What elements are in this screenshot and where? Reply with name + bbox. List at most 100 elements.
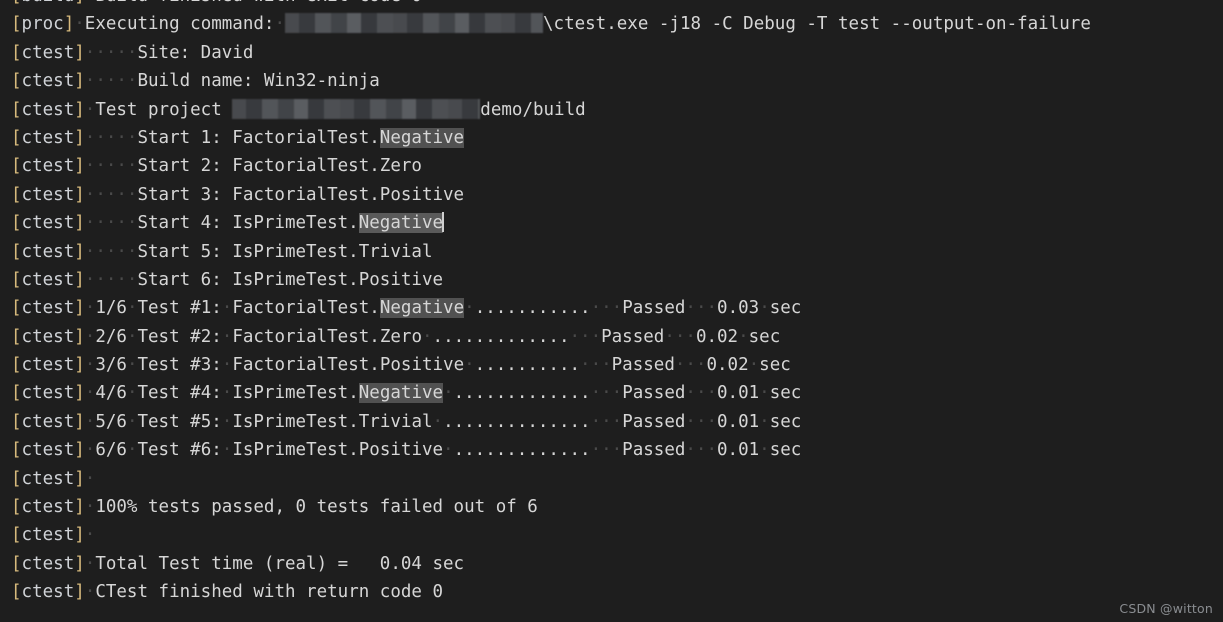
test-progress: 4/6 <box>95 383 127 404</box>
tag-name-ctest: ctest <box>21 525 75 546</box>
test-name-prefix: IsPrimeTest. <box>232 383 359 404</box>
terminal-line-start-4: [ctest]·····Start 4: IsPrimeTest.Negativ… <box>11 212 445 234</box>
terminal-line-tests-passed-summary: [ctest]·100% tests passed, 0 tests faile… <box>11 497 538 518</box>
dot-leader: ............. <box>432 326 570 347</box>
test-label: Test #2: <box>137 326 222 347</box>
whitespace-dot: · <box>759 383 770 404</box>
search-match-highlight: Negative <box>379 298 465 319</box>
start-1-text: Start 1: FactorialTest. <box>137 127 380 148</box>
dot-leader: ............. <box>453 440 591 461</box>
test-label: Test #4: <box>137 383 222 404</box>
whitespace-dot: ··· <box>685 383 718 404</box>
test-duration-unit: sec <box>748 326 781 347</box>
tag-bracket-open: [ <box>11 0 22 6</box>
whitespace-dot: · <box>84 440 96 461</box>
whitespace-dot: · <box>432 411 444 432</box>
whitespace-dot: · <box>126 411 138 432</box>
terminal-line-test-result: [ctest]·3/6·Test #3:·FactorialTest.Posit… <box>0 351 1223 379</box>
search-match-highlight: Negative <box>358 383 444 404</box>
test-results-list: [ctest]·1/6·Test #1:·FactorialTest.Negat… <box>0 294 1223 464</box>
terminal-line-list: [build] Build finished with exit code 0 … <box>0 0 1223 607</box>
tag-bracket-close: ] <box>74 355 85 376</box>
terminal-line-test-result: [ctest]·2/6·Test #2:·FactorialTest.Zero·… <box>0 323 1223 351</box>
test-duration-unit: sec <box>769 383 802 404</box>
whitespace-dot: · <box>126 383 138 404</box>
whitespace-dot: · <box>84 355 96 376</box>
test-label: Test #1: <box>137 298 222 319</box>
start-3-text: Start 3: FactorialTest.Positive <box>137 184 465 205</box>
tag-bracket-close: ] <box>74 0 85 6</box>
test-name-prefix: IsPrimeTest.Positive <box>232 440 444 461</box>
terminal-line-test-result: [ctest]·1/6·Test #1:·FactorialTest.Negat… <box>0 294 1223 322</box>
test-name-prefix: FactorialTest. <box>232 298 380 319</box>
tag-name-ctest: ctest <box>21 440 75 461</box>
start-6-text: Start 6: IsPrimeTest.Positive <box>137 269 444 290</box>
test-progress: 5/6 <box>95 411 127 432</box>
build-finished-text: Build finished with exit code 0 <box>85 0 422 6</box>
test-progress: 2/6 <box>95 326 127 347</box>
terminal-line-ctest-finished: [ctest]·CTest finished with return code … <box>11 582 444 603</box>
whitespace-dot: · <box>84 383 96 404</box>
whitespace-dot: · <box>126 298 138 319</box>
tag-bracket-open: [ <box>11 298 22 319</box>
site-text: Site: David <box>137 42 254 63</box>
tag-bracket-close: ] <box>74 411 85 432</box>
whitespace-dot: · <box>443 383 454 404</box>
whitespace-dot: ··· <box>580 355 612 376</box>
start-5-text: Start 5: IsPrimeTest.Trivial <box>137 241 433 262</box>
tag-name-ctest: ctest <box>21 497 75 518</box>
tag-bracket-open: [ <box>11 326 22 347</box>
test-duration: 0.01 <box>717 383 760 404</box>
tag-bracket-close: ] <box>74 383 85 404</box>
search-match-highlight-current: Negative <box>358 213 444 234</box>
tag-bracket-open: [ <box>11 440 22 461</box>
whitespace-dot: · <box>126 355 138 376</box>
whitespace-dot: · <box>221 298 233 319</box>
executing-command-label: Executing command: <box>84 14 275 35</box>
tag-name-ctest: ctest <box>21 298 75 319</box>
terminal-line-build-name: [ctest]·····Build name: Win32-ninja <box>11 71 380 92</box>
whitespace-dot: ··· <box>590 383 623 404</box>
redacted-project-path-block <box>232 98 481 119</box>
whitespace-dot: ··· <box>685 440 717 461</box>
whitespace-dot: · <box>443 440 454 461</box>
test-label: Test #3: <box>137 355 222 376</box>
whitespace-dot: · <box>221 440 233 461</box>
tag-bracket-open: [ <box>11 355 22 376</box>
test-project-label: Test project <box>95 99 233 120</box>
tag-name-ctest: ctest <box>21 184 75 205</box>
whitespace-dot: ··· <box>590 298 623 319</box>
terminal-line-start-6: [ctest]·····Start 6: IsPrimeTest.Positiv… <box>11 269 444 290</box>
test-duration: 0.01 <box>717 411 760 432</box>
tag-bracket-open: [ <box>11 383 22 404</box>
terminal-output-panel[interactable]: [build] Build finished with exit code 0 … <box>0 0 1223 622</box>
text-cursor <box>442 212 445 233</box>
ctest-finished-text: CTest finished with return code 0 <box>95 582 444 603</box>
test-project-suffix: demo/build <box>480 99 586 120</box>
test-status: Passed <box>611 355 675 376</box>
tag-name-ctest: ctest <box>21 71 75 92</box>
whitespace-dot: ··· <box>569 326 602 347</box>
dot-leader: .......... <box>474 355 581 376</box>
test-duration: 0.02 <box>706 355 749 376</box>
test-progress: 1/6 <box>95 298 127 319</box>
test-duration-unit: sec <box>759 355 791 376</box>
whitespace-dot: ··· <box>664 326 696 347</box>
dot-leader: .............. <box>443 411 591 432</box>
test-status: Passed <box>622 440 686 461</box>
dot-leader: ........... <box>474 298 591 319</box>
terminal-line-test-result: [ctest]·6/6·Test #6:·IsPrimeTest.Positiv… <box>0 436 1223 464</box>
terminal-line-site: [ctest]·····Site: David <box>11 42 254 63</box>
whitespace-dot: · <box>759 298 770 319</box>
whitespace-dot: ··· <box>685 411 718 432</box>
tag-name-ctest: ctest <box>21 326 75 347</box>
terminal-line-start-2: [ctest]·····Start 2: FactorialTest.Zero <box>11 156 422 177</box>
test-label: Test #5: <box>137 411 222 432</box>
tag-bracket-open: [ <box>11 14 22 35</box>
terminal-line-executing-command: [proc]·Executing command:· \ctest.exe -j1… <box>11 13 1091 35</box>
whitespace-dot: · <box>464 298 475 319</box>
tag-name-ctest: ctest <box>21 553 75 574</box>
test-duration: 0.01 <box>717 440 760 461</box>
test-duration: 0.02 <box>695 326 739 347</box>
tag-name-ctest: ctest <box>21 127 75 148</box>
